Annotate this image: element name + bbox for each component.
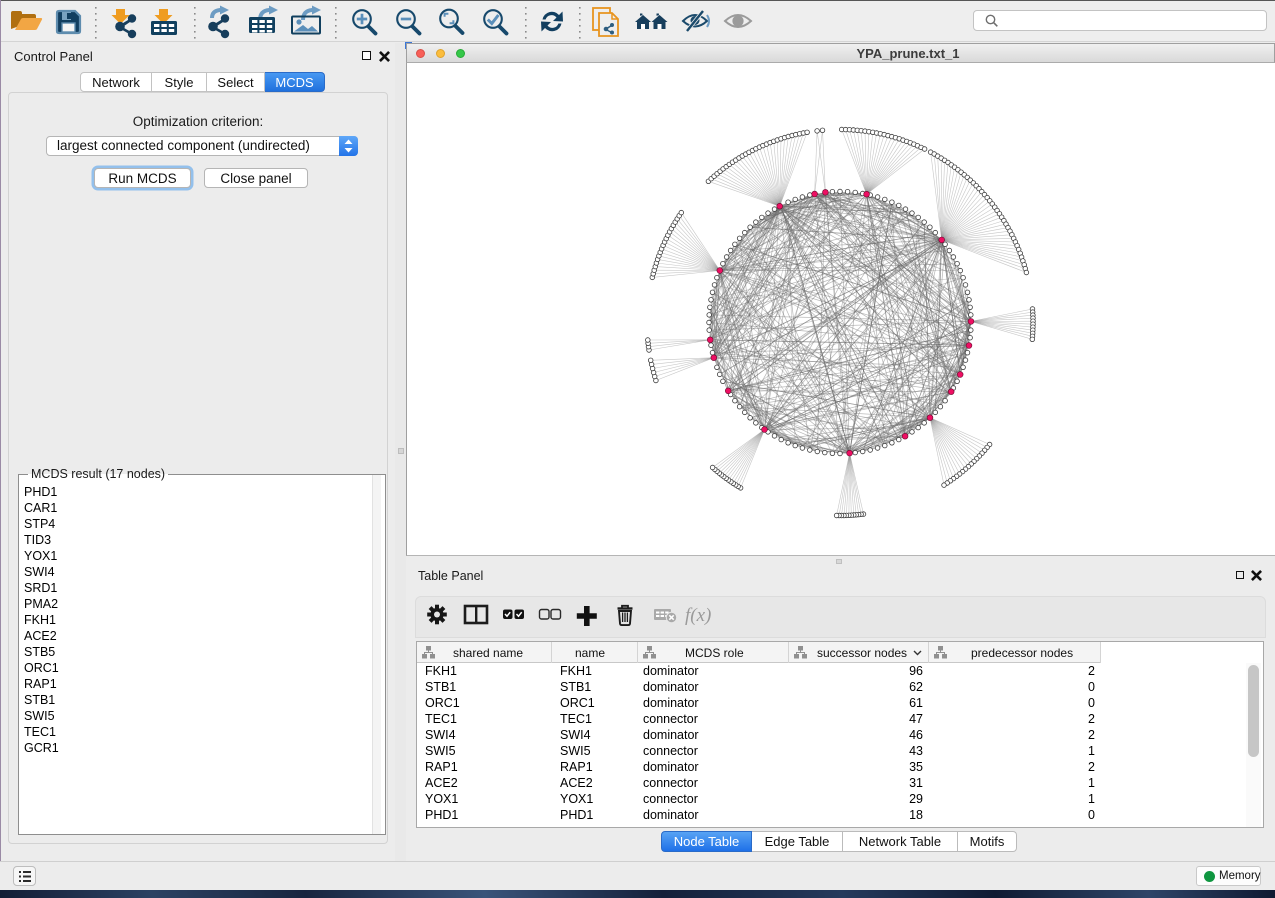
svg-text:f(x): f(x) bbox=[685, 605, 711, 626]
